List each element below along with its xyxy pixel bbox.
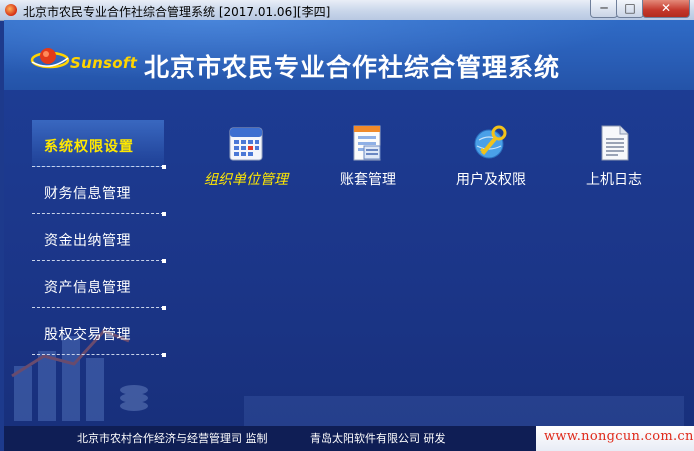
sidebar-item-label: 系统权限设置 (44, 139, 134, 155)
sidebar-item-cashier[interactable]: 资金出纳管理 (32, 214, 166, 263)
supervisor-text: 北京市农村合作经济与经营管理司 监制 (77, 432, 268, 445)
maximize-button[interactable]: □ (616, 0, 644, 18)
footer-bar: 北京市农村合作经济与经营管理司 监制 青岛太阳软件有限公司 研发 www.non… (4, 426, 694, 451)
sidebar-item-equity[interactable]: 股权交易管理 (32, 308, 166, 357)
sidebar-item-label: 资金出纳管理 (44, 233, 131, 249)
module-users-permissions[interactable]: 用户及权限 (436, 124, 546, 189)
app-window: 北京市农民专业合作社综合管理系统 [2017.01.06][李四] ─ □ ✕ … (0, 0, 694, 451)
app-icon (5, 4, 17, 16)
sidebar-item-label: 资产信息管理 (44, 280, 131, 296)
module-label: 组织单位管理 (204, 172, 288, 188)
minimize-button[interactable]: ─ (590, 0, 618, 18)
document-ledger-icon (350, 124, 386, 162)
module-label: 用户及权限 (456, 172, 526, 188)
sunsoft-logo-icon (30, 48, 70, 69)
module-label: 上机日志 (586, 172, 642, 188)
header-banner: Sunsoft 北京市农民专业合作社综合管理系统 (4, 20, 694, 90)
close-button[interactable]: ✕ (642, 0, 690, 18)
logo-text: Sunsoft (70, 54, 138, 72)
sidebar-item-system-permissions[interactable]: 系统权限设置 (32, 120, 166, 169)
title-bar[interactable]: 北京市农民专业合作社综合管理系统 [2017.01.06][李四] ─ □ ✕ (0, 0, 694, 21)
developer-text: 青岛太阳软件有限公司 研发 (310, 432, 446, 445)
sidebar-item-assets[interactable]: 资产信息管理 (32, 261, 166, 310)
website-link[interactable]: www.nongcun.com.cn (544, 429, 694, 444)
calendar-icon (228, 124, 264, 162)
sidebar-item-label: 财务信息管理 (44, 186, 131, 202)
window-title: 北京市农民专业合作社综合管理系统 [2017.01.06][李四] (23, 5, 331, 19)
module-account-sets[interactable]: 账套管理 (313, 124, 423, 189)
module-organization-units[interactable]: 组织单位管理 (191, 124, 301, 189)
sidebar-item-label: 股权交易管理 (44, 327, 131, 343)
key-globe-icon (473, 124, 509, 162)
sidebar-item-finance[interactable]: 财务信息管理 (32, 167, 166, 216)
log-document-icon (596, 124, 632, 162)
sidebar-menu: 系统权限设置 财务信息管理 资金出纳管理 资产信息管理 股权交易管理 (32, 120, 166, 357)
page-title: 北京市农民专业合作社综合管理系统 (144, 53, 561, 82)
module-label: 账套管理 (340, 172, 396, 188)
module-login-log[interactable]: 上机日志 (559, 124, 669, 189)
